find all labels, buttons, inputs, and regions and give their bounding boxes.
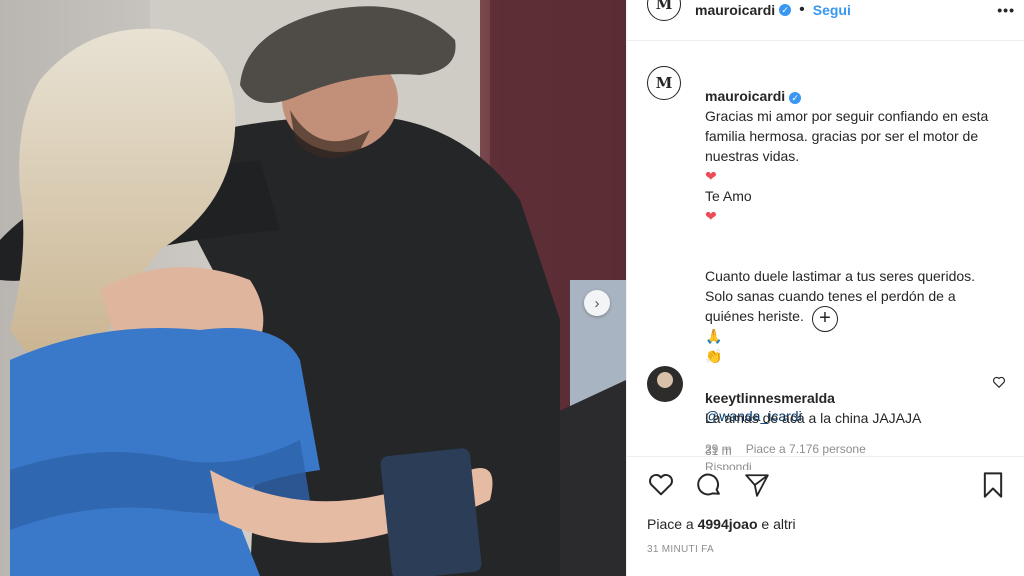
comment-icon[interactable]: [693, 469, 725, 501]
praying-hands-emoji-icon: 🙏: [705, 328, 723, 344]
header-divider: [627, 40, 1024, 41]
share-icon[interactable]: [741, 469, 773, 501]
comment-like-icon[interactable]: [989, 372, 1009, 392]
comment-time: 29 m: [705, 442, 732, 456]
post-header: M mauroicardi ✓ • Segui •••: [647, 0, 1017, 21]
avatar[interactable]: M: [647, 0, 681, 21]
comment: keeytlinnesmeralda La amas de acá a la c…: [705, 368, 985, 470]
separator-dot: •: [799, 1, 805, 18]
caption-avatar[interactable]: M: [647, 66, 681, 100]
comment-text: keeytlinnesmeralda La amas de acá a la c…: [705, 390, 922, 426]
likes-username[interactable]: 4994joao: [698, 516, 758, 532]
chevron-right-icon: ›: [594, 294, 600, 312]
comment-likes[interactable]: Piace a 7.176 persone: [746, 442, 866, 456]
caption-paragraph-1: mauroicardi ✓ Gracias mi amor por seguir …: [705, 88, 989, 224]
header-username[interactable]: mauroicardi: [695, 2, 775, 18]
heart-emoji-icon: ❤: [705, 168, 717, 184]
load-more-comments-button[interactable]: +: [812, 306, 838, 332]
post-photo[interactable]: ›: [0, 0, 626, 576]
caption-username[interactable]: mauroicardi: [705, 88, 785, 104]
comment-username[interactable]: keeytlinnesmeralda: [705, 390, 835, 406]
plus-circle-icon: +: [819, 307, 831, 329]
follow-button[interactable]: Segui: [813, 2, 851, 18]
post-timestamp: 31 MINUTI FA: [647, 544, 714, 555]
like-icon[interactable]: [645, 469, 677, 501]
post-sidebar: M mauroicardi ✓ • Segui ••• M mauroicard…: [626, 0, 1024, 576]
comment-avatar[interactable]: [647, 366, 683, 402]
verified-badge-icon: ✓: [779, 4, 792, 16]
clapping-emoji-icon: 👏: [705, 348, 723, 364]
couple-photo: [0, 0, 626, 576]
save-bookmark-icon[interactable]: [977, 469, 1009, 501]
actions-divider: [627, 456, 1024, 457]
likes-summary[interactable]: Piace a 4994joao e altri: [647, 516, 796, 532]
more-options-icon[interactable]: •••: [997, 2, 1015, 18]
carousel-next-button[interactable]: ›: [584, 290, 610, 316]
action-bar: [645, 468, 1009, 502]
comment-meta: 29 m Piace a 7.176 persone: [705, 442, 985, 456]
heart-emoji-icon: ❤: [705, 208, 717, 224]
verified-badge-icon: ✓: [789, 92, 802, 104]
